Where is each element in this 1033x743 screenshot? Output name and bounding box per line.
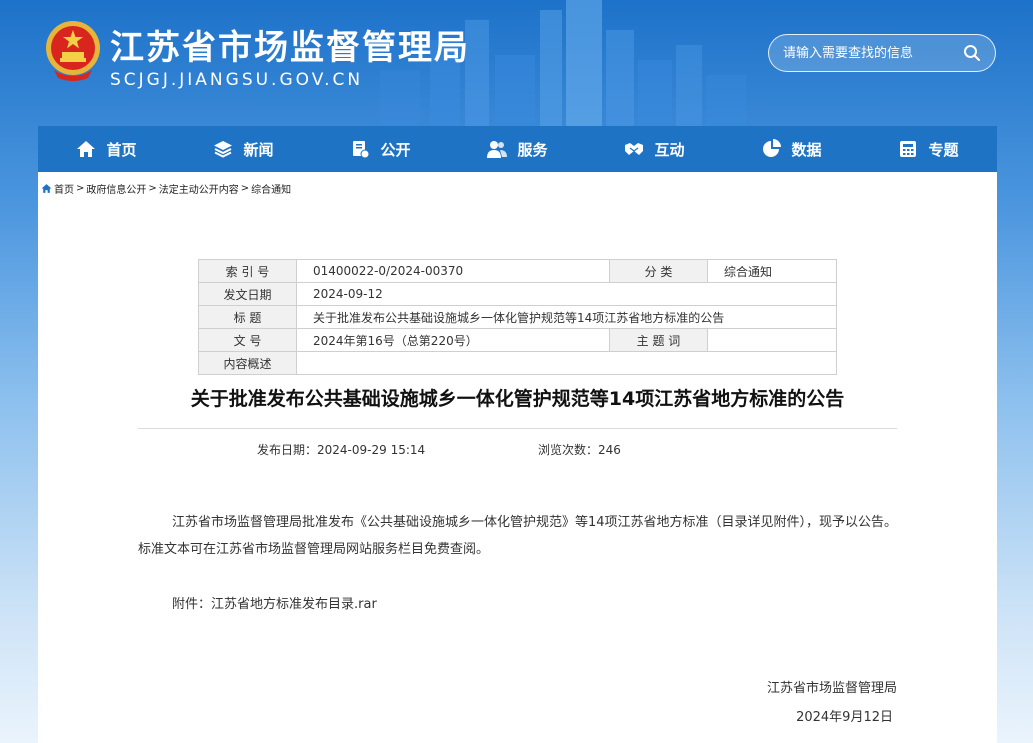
nav-item-news[interactable]: 新闻 (175, 126, 312, 172)
nav-item-home[interactable]: 首页 (38, 126, 175, 172)
publish-date: 发布日期：2024-09-29 15:14 (257, 441, 425, 458)
nav-label: 数据 (791, 140, 822, 159)
publish-label: 发布日期： (257, 443, 318, 457)
nav-item-open[interactable]: 公开 (312, 126, 449, 172)
attachment-label: 附件： (172, 597, 212, 612)
nav-item-interact[interactable]: 互动 (586, 126, 723, 172)
layers-icon (214, 141, 233, 158)
attachment: 附件：江苏省地方标准发布目录.rar (172, 593, 377, 612)
handshake-icon (625, 143, 644, 155)
summary-label: 内容概述 (198, 351, 297, 375)
nav-label: 互动 (654, 140, 685, 159)
views-value: 246 (598, 443, 621, 457)
title-value: 关于批准发布公共基础设施城乡一体化管护规范等14项江苏省地方标准的公告 (296, 305, 837, 329)
article-body: 江苏省市场监督管理局批准发布《公共基础设施城乡一体化管护规范》等14项江苏省地方… (138, 509, 908, 563)
breadcrumb-general-notice[interactable]: 综合通知 (251, 181, 291, 196)
main-content: 首页 > 政府信息公开 > 法定主动公开内容 > 综合通知 索 引 号 0140002… (38, 172, 997, 743)
attachment-link[interactable]: 江苏省地方标准发布目录.rar (211, 597, 377, 612)
title-divider (138, 428, 897, 429)
view-count: 浏览次数：246 (538, 441, 621, 458)
index-value: 01400022-0/2024-00370 (296, 259, 610, 283)
index-label: 索 引 号 (198, 259, 297, 283)
category-label: 分 类 (609, 259, 708, 283)
nav-label: 首页 (106, 140, 137, 159)
pie-chart-icon (763, 139, 782, 157)
home-icon (77, 141, 96, 157)
search-box (768, 34, 996, 72)
calculator-icon (900, 141, 917, 157)
signature-date: 2024年9月12日 (796, 710, 893, 725)
topic-label: 主 题 词 (609, 328, 708, 352)
main-nav: 首页 新闻 公开 服务 互动 数据 专题 (38, 126, 997, 172)
breadcrumb-statutory[interactable]: 法定主动公开内容 (159, 181, 239, 196)
nav-label: 服务 (517, 140, 548, 159)
site-header: 江苏省市场监督管理局 SCJGJ.JIANGSU.GOV.CN (0, 0, 1033, 126)
breadcrumb-separator: > (240, 183, 250, 194)
national-emblem-icon (46, 21, 100, 81)
home-icon (41, 184, 52, 193)
nav-label: 新闻 (243, 140, 274, 159)
breadcrumb-separator: > (148, 183, 157, 194)
article-title: 关于批准发布公共基础设施城乡一体化管护规范等14项江苏省地方标准的公告 (190, 388, 845, 410)
breadcrumb: 首页 > 政府信息公开 > 法定主动公开内容 > 综合通知 (41, 181, 291, 196)
nav-item-data[interactable]: 数据 (723, 126, 860, 172)
search-icon[interactable] (963, 44, 981, 62)
site-name[interactable]: 江苏省市场监督管理局 (110, 20, 470, 69)
breadcrumb-gov-info[interactable]: 政府信息公开 (86, 181, 146, 196)
body-paragraph: 标准文本可在江苏省市场监督管理局网站服务栏目免费查阅。 (138, 542, 490, 557)
breadcrumb-home[interactable]: 首页 (54, 181, 74, 196)
date-value: 2024-09-12 (296, 282, 837, 306)
category-value: 综合通知 (707, 259, 837, 283)
nav-item-service[interactable]: 服务 (449, 126, 586, 172)
title-label: 标 题 (198, 305, 297, 329)
nav-label: 公开 (380, 140, 411, 159)
body-paragraph: 江苏省市场监督管理局批准发布《公共基础设施城乡一体化管护规范》等14项江苏省地方… (172, 515, 898, 530)
nav-item-topics[interactable]: 专题 (860, 126, 997, 172)
views-label: 浏览次数： (538, 443, 599, 457)
topic-value (707, 328, 837, 352)
doc-no-value: 2024年第16号（总第220号） (296, 328, 610, 352)
breadcrumb-separator: > (76, 183, 85, 194)
search-input[interactable] (783, 35, 953, 71)
signature-org: 江苏省市场监督管理局 (766, 681, 897, 696)
publish-date-value: 2024-09-29 15:14 (317, 443, 426, 457)
document-meta-table: 索 引 号 01400022-0/2024-00370 分 类 综合通知 发文日… (198, 259, 837, 375)
date-label: 发文日期 (198, 282, 297, 306)
people-icon (487, 141, 508, 158)
open-icon (353, 141, 370, 159)
summary-value (296, 351, 837, 375)
nav-label: 专题 (928, 140, 959, 159)
site-domain: SCJGJ.JIANGSU.GOV.CN (110, 70, 364, 90)
doc-no-label: 文 号 (198, 328, 297, 352)
